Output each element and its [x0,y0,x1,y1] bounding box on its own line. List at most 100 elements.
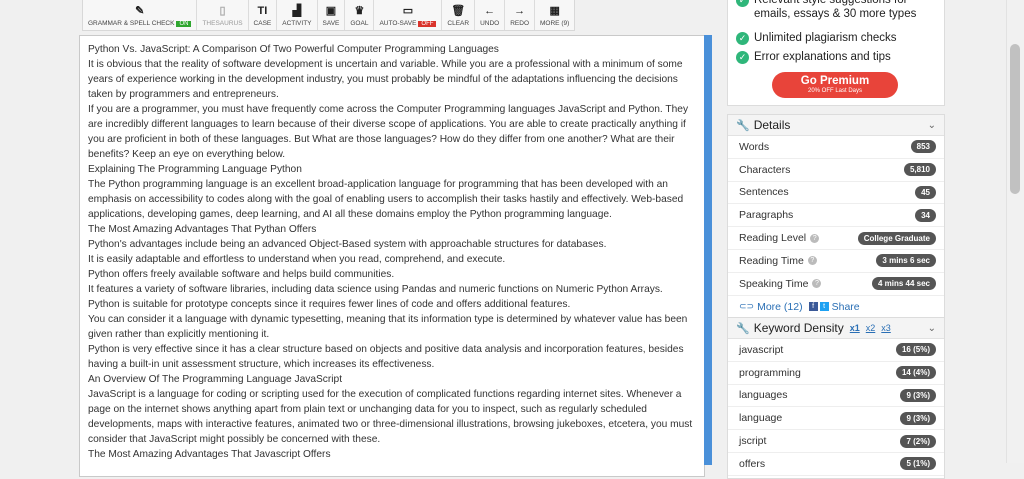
autosave-toggle[interactable]: ▭ AUTO-SAVE OFF [374,0,443,30]
promo-feature: ✓ Error explanations and tips [736,50,936,64]
check-icon: ✓ [736,32,749,45]
goal-button[interactable]: ♛ GOAL [345,0,375,30]
activity-label: ACTIVITY [282,20,312,27]
check-icon: ✓ [736,0,749,7]
undo-arrow-icon: ← [484,5,496,17]
facebook-icon[interactable]: f [808,302,818,312]
detail-row-paragraphs: Paragraphs 34 [728,204,944,228]
editor-paragraph[interactable]: It is obvious that the reality of softwa… [88,57,696,102]
redo-label: REDO [510,20,530,27]
go-premium-button[interactable]: Go Premium 20% OFF Last Days [772,72,898,98]
editor-paragraph[interactable]: An Overview Of The Programming Language … [88,372,696,387]
bar-chart-icon: ▟ [292,5,302,17]
editor-paragraph[interactable]: JavaScript is a language for coding or s… [88,387,696,447]
detail-row-reading-time: Reading Time ? 3 mins 6 sec [728,250,944,273]
keyword-label: language [739,412,783,425]
tab-x3[interactable]: x3 [881,323,891,333]
undo-label: UNDO [480,20,500,27]
detail-value: 3 mins 6 sec [876,254,936,268]
scrollbar-thumb[interactable] [1010,44,1020,194]
editor-paragraph[interactable]: Python's advantages include being an adv… [88,237,696,252]
detail-label: Words [739,140,770,153]
keyword-count: 5 (1%) [900,457,936,471]
editor-paragraph[interactable]: You can consider it a language with dyna… [88,312,696,342]
editor-paragraph[interactable]: The Python programming language is an ex… [88,177,696,222]
thesaurus-button[interactable]: ▯ THESAURUS [197,0,249,30]
detail-row-reading-level: Reading Level ? College Graduate [728,227,944,250]
detail-value: 4 mins 44 sec [871,277,936,291]
keyword-row: javascript 16 (5%) [728,339,944,362]
editor-paragraph[interactable]: It is easily adaptable and effortless to… [88,252,696,267]
help-icon[interactable]: ? [807,256,817,266]
detail-row-sentences: Sentences 45 [728,182,944,205]
grammar-check-toggle[interactable]: ✎ GRAMMAR & SPELL CHECK ON [83,0,198,30]
keyword-density-header[interactable]: 🔧 Keyword Density x1 x2 x3 ⌄ [728,318,944,339]
chevron-down-icon[interactable]: ⌄ [928,323,936,334]
wrench-icon: 🔧 [736,119,750,132]
case-button[interactable]: TI CASE [249,0,278,30]
clear-label: CLEAR [447,20,470,27]
chevron-down-icon[interactable]: ⌄ [928,120,936,131]
details-title: Details [753,118,791,132]
editor-content[interactable]: Python Vs. JavaScript: A Comparison Of T… [80,36,704,468]
undo-button[interactable]: ← UNDO [475,0,506,30]
save-button[interactable]: ▣ SAVE [318,0,346,30]
detail-value: 5,810 [903,163,936,177]
text-editor[interactable]: Python Vs. JavaScript: A Comparison Of T… [79,35,705,477]
detail-label: Reading Level [739,232,807,245]
details-header[interactable]: 🔧 Details ⌄ [728,115,944,136]
share-link[interactable]: Share [832,301,860,313]
twitter-icon[interactable]: t [819,302,829,312]
more-details-link[interactable]: More (12) [757,301,803,313]
keyword-label: programming [739,366,801,379]
trophy-icon: ♛ [354,5,365,17]
editor-scroll-accent [704,35,712,465]
promo-feature-label: Relevant style suggestions for emails, e… [754,0,917,20]
detail-value: 34 [915,208,936,222]
autosave-icon: ▭ [402,5,414,17]
keyword-density-panel: 🔧 Keyword Density x1 x2 x3 ⌄ javascript … [727,317,945,479]
redo-button[interactable]: → REDO [505,0,536,30]
editor-paragraph[interactable]: Explaining The Programming Language Pyth… [88,162,696,177]
editor-paragraph[interactable]: If you are a programmer, you must have f… [88,102,696,162]
keyword-count: 9 (3%) [900,388,936,402]
keyword-label: offers [739,457,766,470]
editor-paragraph[interactable]: The Most Amazing Advantages That Javascr… [88,447,696,462]
editor-paragraph[interactable]: Python offers freely available software … [88,267,696,282]
text-case-icon: TI [257,5,268,17]
keyword-density-title: Keyword Density [753,321,844,335]
details-footer: ⊂⊃ More (12) f t Share [728,296,944,318]
activity-button[interactable]: ▟ ACTIVITY [277,0,318,30]
grammar-icon: ✎ [135,5,145,17]
editor-paragraph[interactable]: Python is suitable for prototype concept… [88,297,696,312]
book-icon: ▯ [219,5,226,17]
goal-label: GOAL [350,20,369,27]
go-premium-label: Go Premium [800,75,870,87]
tab-x2[interactable]: x2 [866,323,876,333]
redo-arrow-icon: → [514,5,526,17]
keyword-count: 16 (5%) [895,343,936,357]
promo-feature: ✓ Unlimited plagiarism checks [736,31,936,45]
promo-feature: ✓ Relevant style suggestions for emails,… [736,0,936,21]
help-icon[interactable]: ? [812,279,822,289]
editor-paragraph[interactable]: The Most Amazing Advantages That Pythan … [88,222,696,237]
help-icon[interactable]: ? [810,233,820,243]
more-button[interactable]: ▦ MORE (9) [535,0,574,30]
detail-label: Speaking Time [739,277,809,290]
clear-button[interactable]: 🗑 CLEAR [442,0,476,30]
grammar-state-badge: ON [176,21,192,27]
page-scrollbar[interactable] [1006,0,1024,463]
detail-value: College Graduate [857,231,936,245]
keyword-row: programming 14 (4%) [728,362,944,385]
check-icon: ✓ [736,51,749,64]
promo-feature-label: Error explanations and tips [754,51,891,63]
detail-value: 853 [910,140,936,154]
editor-paragraph[interactable]: Python is very effective since it has a … [88,342,696,372]
keyword-label: javascript [739,343,784,356]
editor-paragraph[interactable]: It features a variety of software librar… [88,282,696,297]
keyword-row: languages 9 (3%) [728,385,944,408]
editor-paragraph[interactable]: Python Vs. JavaScript: A Comparison Of T… [88,42,696,57]
detail-row-speaking-time: Speaking Time ? 4 mins 44 sec [728,273,944,296]
tab-x1[interactable]: x1 [850,323,860,333]
premium-promo-panel: ✓ Relevant style suggestions for emails,… [727,0,945,106]
